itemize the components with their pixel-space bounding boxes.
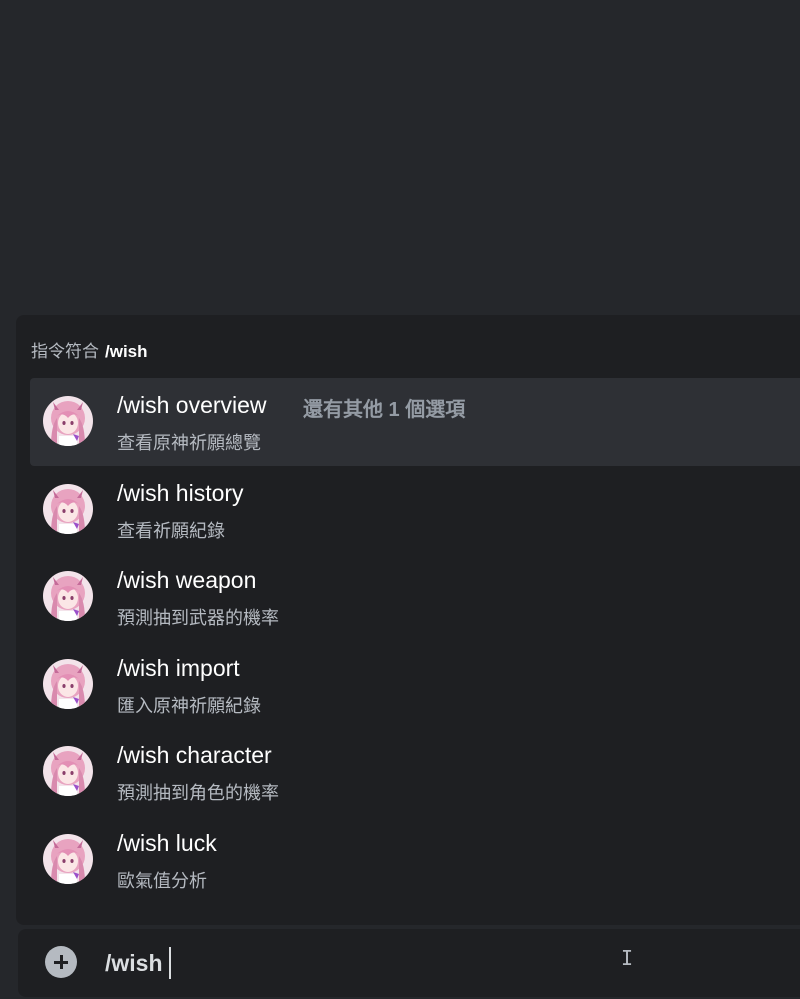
command-description: 預測抽到武器的機率 bbox=[117, 608, 279, 628]
bot-avatar bbox=[43, 833, 93, 884]
command-description: 歐氣值分析 bbox=[117, 870, 207, 891]
message-input-bar[interactable]: /wish I bbox=[18, 929, 800, 997]
more-options-label: 還有其他 1 個選項 bbox=[303, 399, 466, 421]
bot-avatar bbox=[43, 483, 93, 534]
command-description: 查看原神祈願總覽 bbox=[117, 433, 261, 453]
command-description: 匯入原神祈願紀錄 bbox=[117, 695, 261, 716]
command-name: /wish luck bbox=[117, 829, 217, 856]
command-item-wish-import[interactable]: /wish import 匯入原神祈願紀錄 bbox=[30, 641, 800, 729]
text-cursor-icon: I bbox=[621, 946, 634, 970]
command-name: /wish overview bbox=[117, 392, 267, 418]
command-item-wish-weapon[interactable]: /wish weapon 預測抽到武器的機率 bbox=[30, 553, 800, 641]
command-name: /wish character bbox=[117, 742, 272, 768]
command-name: /wish history bbox=[117, 479, 244, 506]
popup-header: 指令符合 /wish bbox=[31, 337, 148, 362]
bot-avatar bbox=[43, 746, 93, 796]
bot-avatar bbox=[43, 658, 93, 709]
command-description: 預測抽到角色的機率 bbox=[117, 783, 279, 803]
command-item-wish-overview[interactable]: /wish overview 還有其他 1 個選項 查看原神祈願總覽 bbox=[30, 378, 800, 466]
message-input-value: /wish bbox=[105, 949, 163, 976]
command-list: /wish overview 還有其他 1 個選項 查看原神祈願總覽 /wish… bbox=[30, 378, 800, 903]
bot-avatar bbox=[43, 571, 93, 621]
command-item-wish-history[interactable]: /wish history 查看祈願紀錄 bbox=[30, 466, 800, 554]
command-name: /wish weapon bbox=[117, 567, 257, 593]
command-autocomplete-popup: 指令符合 /wish /wish overview 還有其他 1 個選項 查看原… bbox=[16, 315, 800, 925]
command-description: 查看祈願紀錄 bbox=[117, 520, 225, 541]
bot-avatar bbox=[43, 396, 93, 446]
command-item-wish-luck[interactable]: /wish luck 歐氣值分析 bbox=[30, 816, 800, 904]
message-input[interactable]: /wish bbox=[105, 947, 171, 979]
text-caret bbox=[168, 947, 171, 979]
command-name: /wish import bbox=[117, 654, 240, 681]
popup-header-query: /wish bbox=[105, 342, 148, 361]
popup-header-label: 指令符合 bbox=[31, 342, 99, 361]
add-attachment-button[interactable] bbox=[45, 946, 77, 978]
command-item-wish-character[interactable]: /wish character 預測抽到角色的機率 bbox=[30, 728, 800, 816]
